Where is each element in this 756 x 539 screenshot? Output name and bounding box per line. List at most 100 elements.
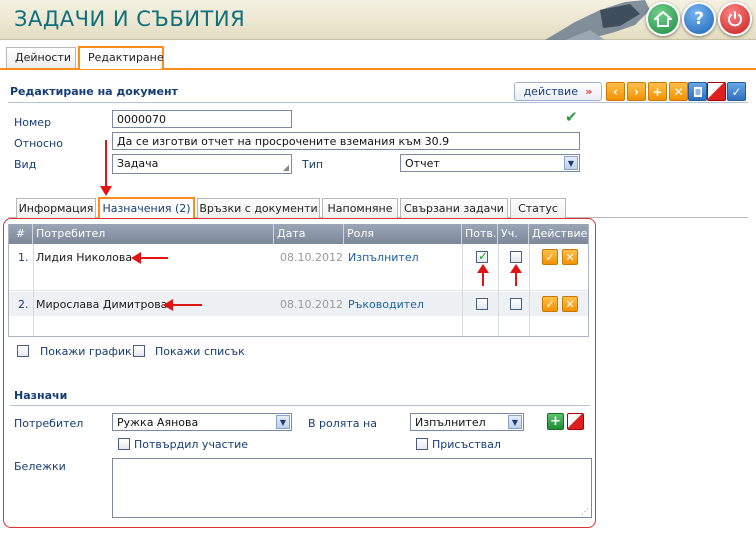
kind-field[interactable]: Задача ◢ — [112, 154, 292, 174]
power-icon — [728, 11, 742, 27]
chevron-down-icon: ▼ — [564, 156, 578, 170]
assign-title: Назначи — [14, 389, 68, 402]
column-header-participated: Уч. — [498, 224, 529, 244]
annotation-arrowhead — [100, 186, 112, 196]
print-button[interactable] — [688, 82, 707, 101]
tab-document-links[interactable]: Връзки с документи — [197, 198, 320, 218]
number-label: Номер — [14, 116, 52, 129]
assign-role-value: Изпълнител — [415, 416, 486, 429]
show-list-checkbox[interactable] — [133, 345, 145, 357]
column-header-num: # — [9, 224, 33, 244]
show-list-label: Покажи списък — [155, 345, 245, 358]
annotation-arrowhead — [510, 264, 522, 273]
annotation-arrow — [172, 304, 202, 306]
section-title: Редактиране на документ — [10, 85, 178, 98]
assign-user-value: Ружка Аянова — [117, 416, 199, 429]
type-value: Отчет — [405, 157, 440, 170]
resize-grip-icon: ◢ — [282, 163, 289, 172]
row-date: 08.10.2012 — [280, 298, 343, 311]
column-header-date[interactable]: Дата — [274, 224, 344, 244]
type-select[interactable]: Отчет ▼ — [400, 154, 580, 172]
add-button[interactable]: + — [648, 82, 667, 101]
check-icon: ✓ — [731, 84, 742, 99]
close-icon: ✕ — [565, 250, 575, 264]
row-number: 1. — [18, 251, 29, 264]
logout-button[interactable] — [718, 2, 752, 36]
divider — [8, 102, 748, 103]
present-label: Присъствал — [432, 438, 501, 451]
subject-field[interactable]: Да се изготви отчет на просрочените взем… — [112, 132, 580, 150]
tab-assignments[interactable]: Назначения (2) — [98, 197, 195, 219]
edit-row-button[interactable]: ✓ — [542, 296, 558, 312]
print-icon — [693, 86, 702, 97]
chevron-right-icon: › — [634, 84, 639, 99]
assign-user-label: Потребител — [14, 417, 84, 430]
subject-label: Относно — [14, 137, 63, 150]
participated-checkbox[interactable] — [510, 251, 522, 263]
notes-textarea[interactable]: ⋰ — [112, 458, 592, 518]
divider — [10, 405, 590, 406]
delete-row-button[interactable]: ✕ — [562, 296, 578, 312]
tab-information[interactable]: Информация — [16, 198, 96, 218]
close-icon: ✕ — [673, 84, 684, 99]
row-user: Лидия Николова — [36, 251, 133, 264]
row-role: Ръководител — [348, 298, 424, 311]
row-role: Изпълнител — [348, 251, 419, 264]
number-field[interactable]: 0000070 — [112, 110, 292, 128]
show-chart-checkbox[interactable] — [17, 345, 29, 357]
present-checkbox[interactable] — [416, 438, 428, 450]
kind-value: Задача — [117, 157, 159, 170]
chevron-down-icon: ▼ — [508, 415, 522, 429]
prev-button[interactable]: ‹ — [606, 82, 625, 101]
tab-edit[interactable]: Редактиране — [78, 46, 164, 69]
double-chevron-icon: » — [581, 85, 593, 98]
edit-row-button[interactable]: ✓ — [542, 249, 558, 265]
column-divider — [529, 244, 530, 336]
annotation-arrow — [105, 140, 107, 190]
column-header-user[interactable]: Потребител — [33, 224, 274, 244]
delete-row-button[interactable]: ✕ — [562, 249, 578, 265]
home-button[interactable] — [646, 2, 680, 36]
confirm-button[interactable]: ✓ — [727, 82, 746, 101]
clear-button[interactable] — [707, 82, 726, 101]
assign-role-select[interactable]: Изпълнител ▼ — [410, 413, 524, 431]
confirmed-checkbox[interactable] — [476, 249, 488, 263]
plus-icon: + — [652, 84, 663, 99]
row-user: Мирослава Димитрова — [36, 298, 168, 311]
participated-checkbox[interactable] — [510, 298, 522, 310]
column-header-confirmed: Потв. — [462, 224, 498, 244]
help-button[interactable]: ? — [682, 2, 716, 36]
confirmed-participation-checkbox[interactable] — [118, 438, 130, 450]
confirmed-participation-label: Потвърдил участие — [134, 438, 249, 451]
tab-related-tasks[interactable]: Свързани задачи — [400, 198, 508, 218]
chevron-down-icon: ▼ — [276, 415, 290, 429]
check-status-icon: ✔ — [565, 108, 578, 126]
row-spacer — [9, 269, 588, 291]
chevron-left-icon: ‹ — [613, 84, 618, 99]
action-button-label: действие — [523, 85, 578, 98]
tab-status[interactable]: Статус — [510, 198, 566, 218]
plus-icon: + — [550, 414, 561, 429]
column-header-role[interactable]: Роля — [344, 224, 462, 244]
bird-logo-image — [545, 0, 650, 40]
confirmed-checkbox[interactable] — [476, 298, 488, 310]
annotation-arrow — [140, 257, 168, 259]
home-icon — [654, 11, 672, 27]
assign-user-select[interactable]: Ружка Аянова ▼ — [112, 413, 292, 431]
notes-label: Бележки — [14, 460, 66, 473]
add-assignment-button[interactable]: + — [547, 413, 564, 430]
tab-reminder[interactable]: Напомняне — [322, 198, 398, 218]
column-divider — [33, 244, 34, 336]
row-number: 2. — [18, 298, 29, 311]
close-icon: ✕ — [565, 297, 575, 311]
next-button[interactable]: › — [627, 82, 646, 101]
clear-assignment-button[interactable] — [567, 413, 584, 430]
action-button[interactable]: действие » — [514, 82, 602, 101]
column-divider — [462, 244, 463, 336]
annotation-arrowhead — [477, 264, 489, 273]
delete-button[interactable]: ✕ — [669, 82, 688, 101]
kind-label: Вид — [14, 158, 37, 171]
column-header-action: Действие — [529, 224, 588, 244]
tab-activities[interactable]: Дейности — [6, 47, 76, 68]
annotation-arrowhead — [131, 252, 141, 264]
